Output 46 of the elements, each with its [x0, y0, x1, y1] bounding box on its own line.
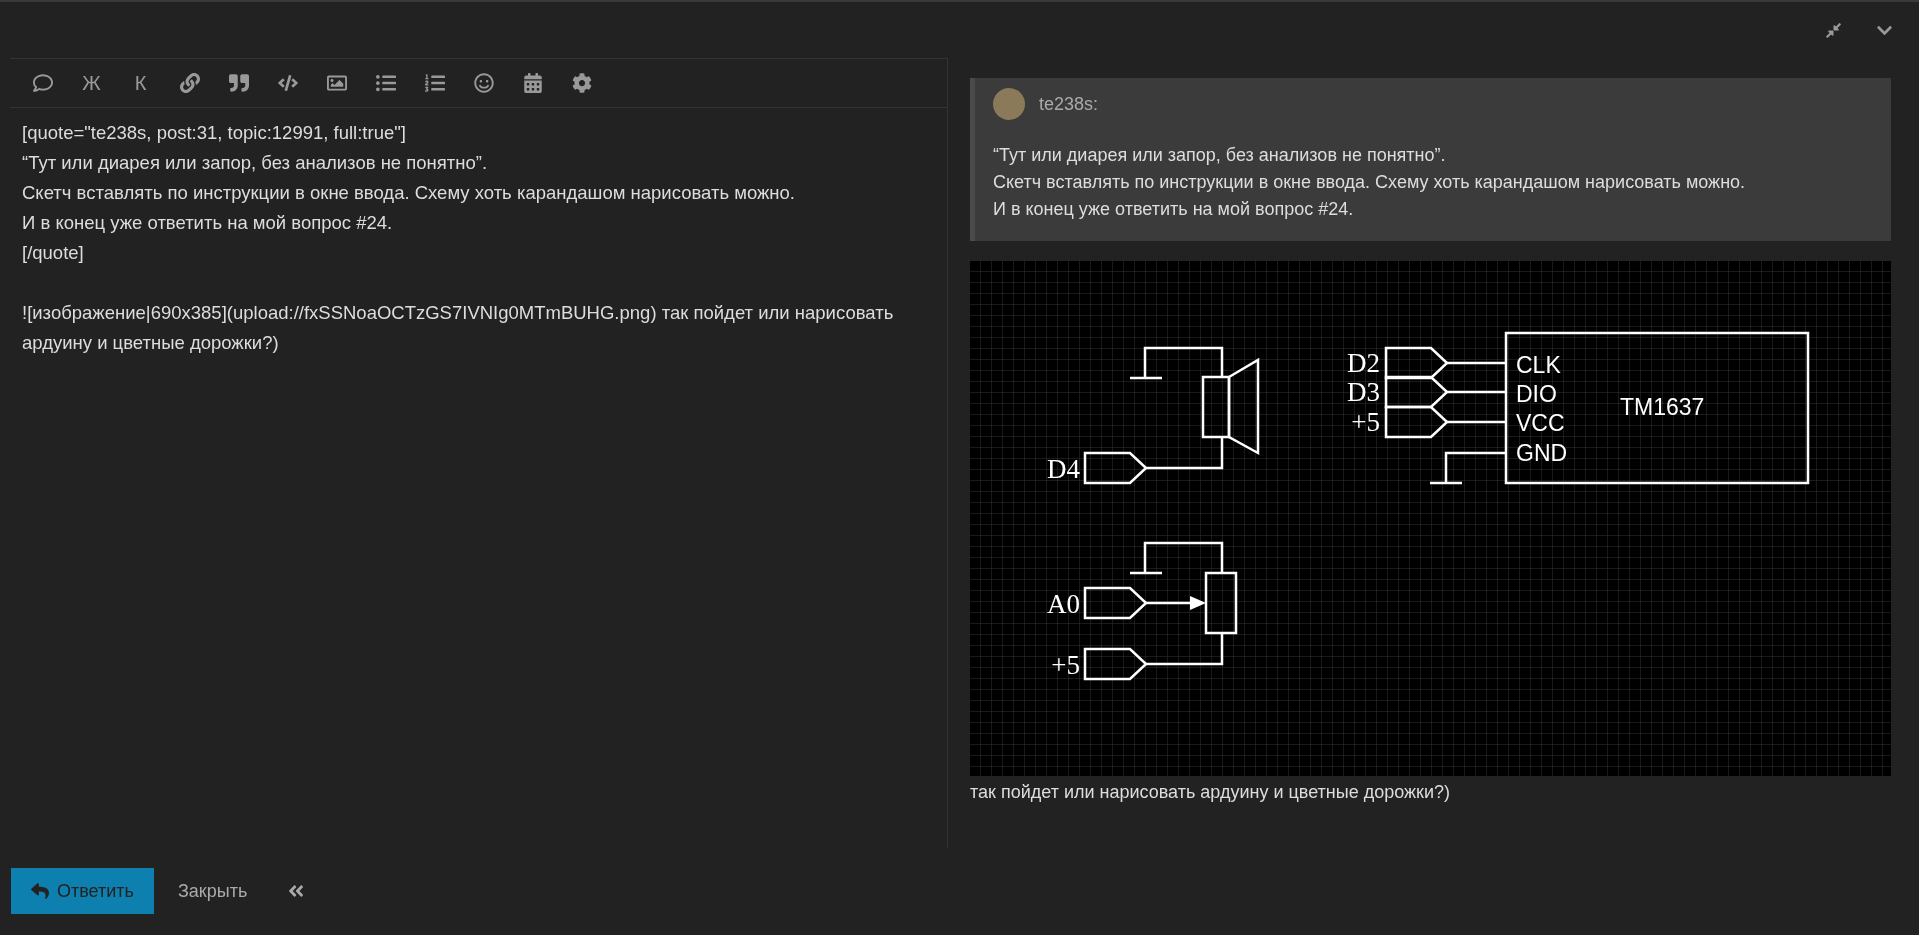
pin-label: +5 — [1051, 650, 1080, 680]
calendar-icon — [522, 73, 543, 93]
numbered-list-icon — [424, 73, 445, 93]
connector-symbol — [1083, 647, 1148, 681]
pin-label: GND — [1516, 440, 1568, 466]
avatar — [993, 88, 1025, 120]
connector-symbol — [1384, 375, 1449, 409]
speaker-coil — [1201, 375, 1231, 439]
connector-symbol — [1384, 346, 1449, 380]
quote-author: te238s: — [1039, 93, 1099, 115]
connector-symbol — [1384, 405, 1449, 439]
comment-icon — [32, 73, 53, 93]
wire — [1447, 390, 1506, 394]
settings-icon — [571, 73, 592, 93]
quote-text: Скетч вставлять по инструкции в окне ввода. Схему хоть карандашом нарисовать можно. — [993, 171, 1747, 194]
pin-label: +5 — [1351, 407, 1380, 437]
pin-label: CLK — [1516, 352, 1561, 378]
wire — [1447, 361, 1506, 365]
double-chevron-icon — [287, 882, 306, 900]
pin-label: D3 — [1347, 377, 1380, 407]
potentiometer — [1204, 571, 1238, 635]
format-button[interactable]: К — [118, 65, 163, 101]
quote-icon — [228, 73, 249, 93]
smiley-icon — [473, 73, 494, 93]
post-text: так пойдет или нарисовать ардуину и цветные дорожки?) — [970, 782, 1452, 803]
close-button[interactable]: Закрыть — [161, 868, 264, 914]
wire — [1447, 420, 1506, 424]
image-icon — [326, 73, 347, 93]
chip-label: TM1637 — [1620, 394, 1705, 420]
connector-symbol — [1083, 451, 1148, 485]
connector-symbol — [1083, 586, 1148, 620]
link-icon — [179, 73, 200, 93]
wiper-arrow — [1146, 596, 1206, 610]
reply-button[interactable]: Ответить — [11, 868, 154, 914]
pin-label: DIO — [1516, 381, 1557, 407]
pin-label: VCC — [1516, 410, 1565, 436]
pin-label: D2 — [1347, 348, 1380, 378]
compress-icon — [1825, 21, 1842, 39]
reply-icon — [31, 882, 49, 900]
quote-text: “Тут или диарея или запор, без анализов не понятно”. — [993, 144, 1447, 167]
format-button[interactable]: Ж — [69, 65, 114, 101]
quote-text: И в конец уже ответить на мой вопрос #24. — [993, 198, 1355, 221]
pin-label: A0 — [1047, 589, 1080, 619]
code-icon — [277, 73, 298, 93]
bullet-list-icon — [375, 73, 396, 93]
pin-label: D4 — [1047, 454, 1080, 484]
